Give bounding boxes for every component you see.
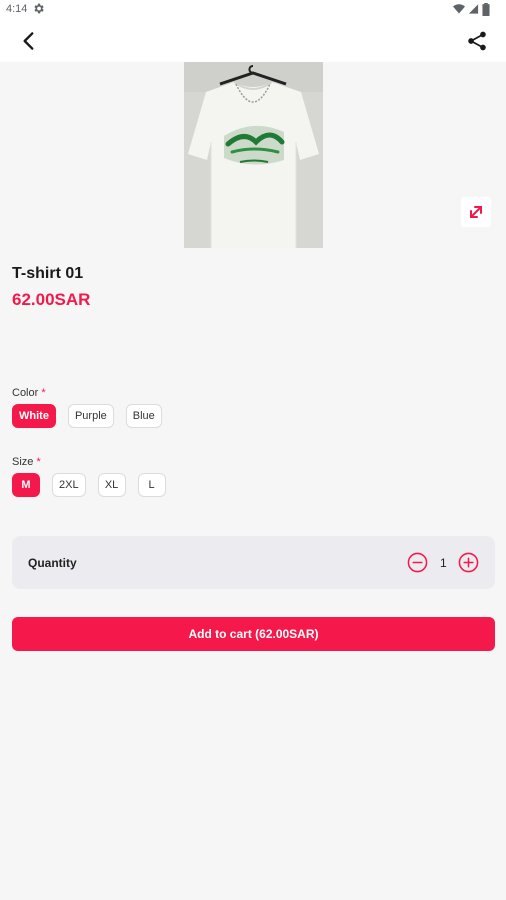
size-option-label: Size * <box>12 456 41 468</box>
minus-circle-icon[interactable] <box>407 552 428 573</box>
size-chip-l[interactable]: L <box>137 473 166 497</box>
size-chip-xl[interactable]: XL <box>97 473 126 497</box>
app-bar <box>0 20 506 62</box>
wifi-icon <box>453 4 465 14</box>
size-chip-group: M 2XL XL L <box>12 473 166 497</box>
required-mark: * <box>41 387 46 399</box>
product-price: 62.00SAR <box>12 290 91 309</box>
quantity-value: 1 <box>440 556 447 570</box>
quantity-label: Quantity <box>28 556 77 570</box>
size-chip-m[interactable]: M <box>12 473 40 497</box>
status-bar: 4:14 <box>0 0 506 20</box>
product-title: T-shirt 01 <box>12 265 84 282</box>
quantity-card: Quantity 1 <box>12 536 495 589</box>
plus-circle-icon[interactable] <box>458 552 479 573</box>
color-chip-white[interactable]: White <box>12 404 56 428</box>
battery-icon <box>482 3 490 16</box>
add-to-cart-button[interactable]: Add to cart (62.00SAR) <box>12 617 495 651</box>
color-chip-group: White Purple Blue <box>12 404 162 428</box>
settings-icon <box>34 3 44 14</box>
color-option-label: Color * <box>12 387 46 399</box>
signal-icon <box>468 4 479 14</box>
size-chip-2xl[interactable]: 2XL <box>52 473 86 497</box>
expand-image-button[interactable] <box>461 197 491 227</box>
tshirt-illustration <box>184 62 323 248</box>
size-label-text: Size <box>12 456 34 468</box>
color-label-text: Color <box>12 387 39 399</box>
share-icon[interactable] <box>464 28 490 54</box>
product-image[interactable] <box>184 62 323 248</box>
back-arrow-icon[interactable] <box>16 28 42 54</box>
expand-icon <box>470 206 482 218</box>
required-mark: * <box>36 456 41 468</box>
status-time: 4:14 <box>6 3 28 15</box>
color-chip-purple[interactable]: Purple <box>67 404 114 428</box>
color-chip-blue[interactable]: Blue <box>125 404 162 428</box>
